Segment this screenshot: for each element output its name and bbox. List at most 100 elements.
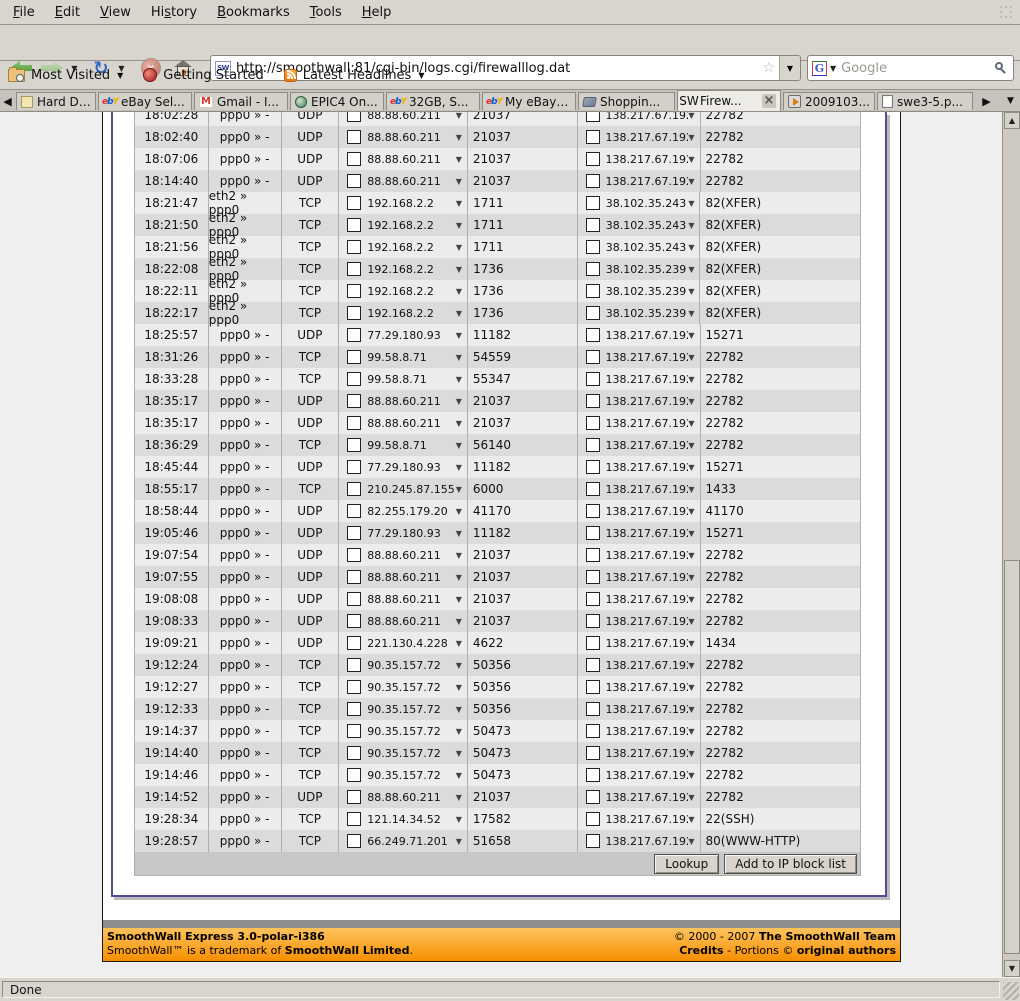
source-ip-checkbox[interactable] — [347, 768, 361, 782]
source-ip-dropdown-icon[interactable]: ▼ — [456, 507, 462, 516]
destination-ip-dropdown-icon[interactable]: ▼ — [688, 419, 694, 428]
source-ip-checkbox[interactable] — [347, 460, 361, 474]
source-ip-dropdown-icon[interactable]: ▼ — [456, 771, 462, 780]
source-ip-dropdown-icon[interactable]: ▼ — [456, 463, 462, 472]
add-to-ip-block-list-button[interactable]: Add to IP block list — [724, 854, 857, 874]
destination-ip-checkbox[interactable] — [586, 812, 600, 826]
source-ip-checkbox[interactable] — [347, 196, 361, 210]
scrollbar-down-button[interactable]: ▼ — [1004, 960, 1020, 977]
destination-ip-dropdown-icon[interactable]: ▼ — [688, 397, 694, 406]
source-ip-checkbox[interactable] — [347, 240, 361, 254]
destination-ip-dropdown-icon[interactable]: ▼ — [688, 661, 694, 670]
source-ip-dropdown-icon[interactable]: ▼ — [456, 441, 462, 450]
destination-ip-dropdown-icon[interactable]: ▼ — [688, 243, 694, 252]
tab-close-icon[interactable]: × — [762, 94, 776, 108]
source-ip-checkbox[interactable] — [347, 350, 361, 364]
source-ip-dropdown-icon[interactable]: ▼ — [456, 727, 462, 736]
tab-epic4-on[interactable]: EPIC4 On... — [290, 92, 384, 110]
scrollbar-up-button[interactable]: ▲ — [1004, 112, 1020, 129]
destination-ip-checkbox[interactable] — [586, 614, 600, 628]
source-ip-dropdown-icon[interactable]: ▼ — [456, 683, 462, 692]
destination-ip-dropdown-icon[interactable]: ▼ — [688, 727, 694, 736]
source-ip-dropdown-icon[interactable]: ▼ — [456, 661, 462, 670]
source-ip-checkbox[interactable] — [347, 636, 361, 650]
source-ip-checkbox[interactable] — [347, 746, 361, 760]
source-ip-dropdown-icon[interactable]: ▼ — [456, 155, 462, 164]
source-ip-dropdown-icon[interactable]: ▼ — [456, 705, 462, 714]
destination-ip-dropdown-icon[interactable]: ▼ — [688, 749, 694, 758]
tab-hard-dri[interactable]: Hard Dri... — [16, 92, 96, 110]
source-ip-dropdown-icon[interactable]: ▼ — [456, 375, 462, 384]
source-ip-dropdown-icon[interactable]: ▼ — [456, 793, 462, 802]
source-ip-dropdown-icon[interactable]: ▼ — [456, 331, 462, 340]
destination-ip-dropdown-icon[interactable]: ▼ — [688, 177, 694, 186]
destination-ip-checkbox[interactable] — [586, 438, 600, 452]
bookmark-item-most-visited[interactable]: Most Visited▼ — [8, 68, 123, 83]
destination-ip-checkbox[interactable] — [586, 526, 600, 540]
source-ip-dropdown-icon[interactable]: ▼ — [456, 243, 462, 252]
tab-32gb-s[interactable]: ebY32GB, S... — [386, 92, 480, 110]
source-ip-checkbox[interactable] — [347, 526, 361, 540]
destination-ip-dropdown-icon[interactable]: ▼ — [688, 507, 694, 516]
source-ip-checkbox[interactable] — [347, 438, 361, 452]
destination-ip-checkbox[interactable] — [586, 790, 600, 804]
destination-ip-dropdown-icon[interactable]: ▼ — [688, 112, 694, 120]
menu-tools[interactable]: Tools — [300, 2, 352, 23]
source-ip-dropdown-icon[interactable]: ▼ — [456, 199, 462, 208]
destination-ip-dropdown-icon[interactable]: ▼ — [688, 815, 694, 824]
destination-ip-dropdown-icon[interactable]: ▼ — [688, 199, 694, 208]
destination-ip-checkbox[interactable] — [586, 394, 600, 408]
tab-shoppin[interactable]: Shoppin... — [578, 92, 675, 110]
destination-ip-checkbox[interactable] — [586, 174, 600, 188]
destination-ip-dropdown-icon[interactable]: ▼ — [688, 485, 694, 494]
source-ip-checkbox[interactable] — [347, 592, 361, 606]
destination-ip-dropdown-icon[interactable]: ▼ — [688, 595, 694, 604]
destination-ip-checkbox[interactable] — [586, 592, 600, 606]
source-ip-dropdown-icon[interactable]: ▼ — [456, 133, 462, 142]
source-ip-dropdown-icon[interactable]: ▼ — [456, 595, 462, 604]
destination-ip-checkbox[interactable] — [586, 702, 600, 716]
source-ip-dropdown-icon[interactable]: ▼ — [456, 265, 462, 274]
source-ip-checkbox[interactable] — [347, 570, 361, 584]
tab-ebay-sel[interactable]: ebYeBay Sel... — [98, 92, 192, 110]
source-ip-checkbox[interactable] — [347, 262, 361, 276]
source-ip-checkbox[interactable] — [347, 504, 361, 518]
destination-ip-dropdown-icon[interactable]: ▼ — [688, 683, 694, 692]
source-ip-checkbox[interactable] — [347, 130, 361, 144]
destination-ip-dropdown-icon[interactable]: ▼ — [688, 639, 694, 648]
destination-ip-checkbox[interactable] — [586, 218, 600, 232]
menu-view[interactable]: View — [90, 2, 141, 23]
lookup-button[interactable]: Lookup — [654, 854, 719, 874]
destination-ip-dropdown-icon[interactable]: ▼ — [688, 551, 694, 560]
destination-ip-dropdown-icon[interactable]: ▼ — [688, 441, 694, 450]
footer-credits-link[interactable]: Credits — [679, 944, 723, 957]
tab-list-dropdown-button[interactable]: ▼ — [1003, 92, 1018, 110]
destination-ip-checkbox[interactable] — [586, 834, 600, 848]
source-ip-checkbox[interactable] — [347, 812, 361, 826]
vertical-scrollbar[interactable]: ▲ ▼ — [1002, 112, 1020, 977]
source-ip-checkbox[interactable] — [347, 372, 361, 386]
source-ip-dropdown-icon[interactable]: ▼ — [456, 529, 462, 538]
destination-ip-dropdown-icon[interactable]: ▼ — [688, 771, 694, 780]
source-ip-checkbox[interactable] — [347, 284, 361, 298]
source-ip-dropdown-icon[interactable]: ▼ — [456, 221, 462, 230]
destination-ip-checkbox[interactable] — [586, 152, 600, 166]
source-ip-dropdown-icon[interactable]: ▼ — [456, 551, 462, 560]
destination-ip-checkbox[interactable] — [586, 658, 600, 672]
source-ip-checkbox[interactable] — [347, 174, 361, 188]
source-ip-checkbox[interactable] — [347, 152, 361, 166]
tab-2009103[interactable]: 2009103... — [783, 92, 875, 110]
destination-ip-checkbox[interactable] — [586, 768, 600, 782]
destination-ip-checkbox[interactable] — [586, 284, 600, 298]
source-ip-checkbox[interactable] — [347, 394, 361, 408]
source-ip-checkbox[interactable] — [347, 218, 361, 232]
source-ip-dropdown-icon[interactable]: ▼ — [456, 617, 462, 626]
destination-ip-dropdown-icon[interactable]: ▼ — [688, 353, 694, 362]
source-ip-dropdown-icon[interactable]: ▼ — [456, 815, 462, 824]
destination-ip-checkbox[interactable] — [586, 262, 600, 276]
source-ip-dropdown-icon[interactable]: ▼ — [456, 309, 462, 318]
destination-ip-checkbox[interactable] — [586, 350, 600, 364]
tab-gmail-i[interactable]: MGmail - I... — [194, 92, 288, 110]
source-ip-dropdown-icon[interactable]: ▼ — [456, 419, 462, 428]
source-ip-dropdown-icon[interactable]: ▼ — [456, 573, 462, 582]
